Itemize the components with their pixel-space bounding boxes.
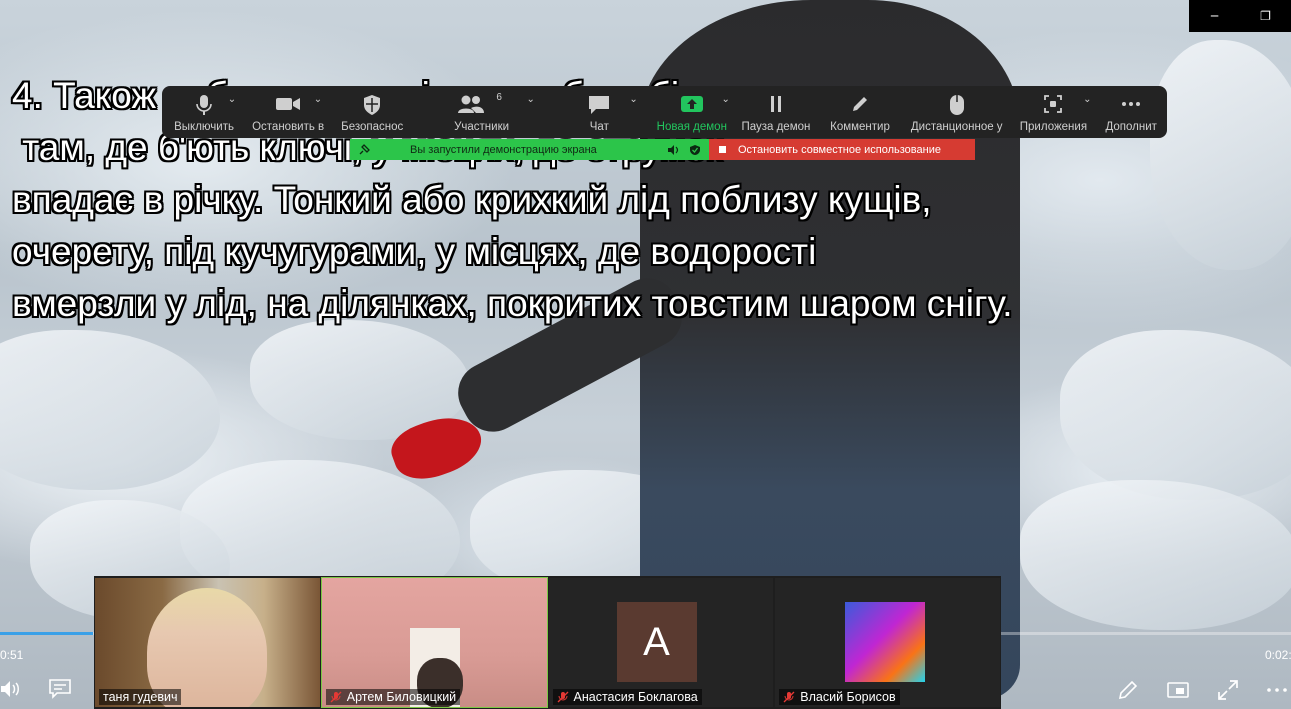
apps-icon [1044,95,1063,113]
participants-count: 6 [496,92,502,103]
participant-name: Артем Биловицкий [346,690,457,704]
annotate-button[interactable]: Комментир [818,86,902,138]
pen-icon [853,97,867,111]
mute-label: Выключить [174,121,234,133]
progress-fill [0,632,93,635]
ice-block [1060,330,1291,500]
muted-microphone-icon [330,691,342,703]
participant-name: Власий Борисов [800,690,896,704]
chevron-down-icon[interactable]: ⌄ [526,94,534,105]
participant-name: Анастасия Боклагова [573,690,698,704]
more-icon[interactable] [1266,678,1288,702]
apps-button[interactable]: ⌄ Приложения [1011,86,1095,138]
shield-check-icon[interactable] [689,144,701,156]
chat-label: Чат [589,121,609,133]
shield-icon [364,95,381,115]
share-status-banner: Вы запустили демонстрацию экрана Останов… [350,139,975,160]
restore-icon[interactable]: ❐ [1251,9,1281,23]
chat-icon [589,96,610,114]
stop-video-label: Остановить в [252,121,325,133]
time-total: 0:02: [1265,648,1291,662]
participants-label: Участники [454,121,510,133]
chevron-down-icon[interactable]: ⌄ [1083,94,1091,105]
stop-share-label: Остановить совместное использование [738,143,941,156]
new-share-label: Новая демон [656,121,727,133]
share-status-text: Вы запустили демонстрацию экрана [410,143,597,156]
chat-button[interactable]: ⌄ Чат [549,86,650,138]
volume-icon[interactable] [0,678,22,700]
window-controls: ─ ❐ [1189,0,1291,32]
participants-icon [457,95,484,113]
fullscreen-icon[interactable] [1216,678,1240,702]
security-label: Безопаснос [341,121,404,133]
chevron-down-icon[interactable]: ⌄ [721,94,729,105]
share-screen-icon [680,96,703,112]
captions-icon[interactable] [48,678,72,700]
pause-icon [770,96,781,112]
muted-microphone-icon [783,691,795,703]
slide-line: вмерзли у лід, на ділянках, покритих тов… [12,283,1013,324]
microphone-icon [196,95,212,115]
speaker-icon[interactable] [667,144,679,156]
picture-in-picture-icon[interactable] [1166,678,1190,702]
meeting-toolbar: ⌄ Выключить ⌄ Остановить в Безопаснос 6 … [162,86,1167,138]
chevron-down-icon[interactable]: ⌄ [629,94,637,105]
stop-video-button[interactable]: ⌄ Остановить в [246,86,330,138]
stop-icon [719,146,726,153]
chevron-down-icon[interactable]: ⌄ [228,94,236,105]
ice-block [1020,480,1291,630]
remote-control-button[interactable]: Дистанционное у [902,86,1011,138]
slide-line: очерету, під кучугурами, у місцях, де во… [12,231,817,272]
pause-share-label: Пауза демон [741,121,811,133]
participant-tile[interactable]: таня гудевич [95,578,320,707]
time-current: 0:51 [0,648,24,662]
chevron-down-icon[interactable]: ⌄ [314,94,322,105]
pin-icon[interactable] [358,143,370,156]
mute-button[interactable]: ⌄ Выключить [162,86,246,138]
mouse-icon [949,95,964,115]
new-share-button[interactable]: ⌄ Новая демон [650,86,734,138]
security-button[interactable]: Безопаснос [330,86,414,138]
participant-name-tag: Артем Биловицкий [325,689,461,705]
remote-control-label: Дистанционное у [910,121,1003,133]
stop-share-button[interactable]: Остановить совместное использование [709,139,975,160]
more-icon [1122,102,1141,106]
participant-strip: таня гудевич Артем Биловицкий A Анастаси… [94,576,1001,709]
avatar [845,602,926,682]
share-status: Вы запустили демонстрацию экрана [350,139,709,160]
more-label: Дополнит [1105,121,1157,133]
annotate-label: Комментир [830,121,890,133]
minimize-icon[interactable]: ─ [1200,9,1230,23]
apps-label: Приложения [1019,121,1088,133]
participant-tile[interactable]: Власий Борисов [775,578,1000,707]
video-camera-icon [276,98,301,110]
pause-share-button[interactable]: Пауза демон [734,86,818,138]
participant-name-tag: Власий Борисов [779,689,900,705]
more-button[interactable]: Дополнит [1095,86,1166,138]
participants-button[interactable]: 6 ⌄ Участники [414,86,549,138]
participant-name: таня гудевич [103,690,178,704]
edit-icon[interactable] [1116,678,1140,702]
participant-tile[interactable]: Артем Биловицкий [320,577,548,708]
ice-block [0,330,220,490]
participant-name-tag: Анастасия Боклагова [552,689,702,705]
participant-tile[interactable]: A Анастасия Боклагова [548,578,774,707]
muted-microphone-icon [557,691,568,703]
avatar: A [616,602,697,682]
participant-name-tag: таня гудевич [99,689,182,705]
slide-line: впадає в річку. Тонкий або крихкий лід п… [12,179,932,220]
